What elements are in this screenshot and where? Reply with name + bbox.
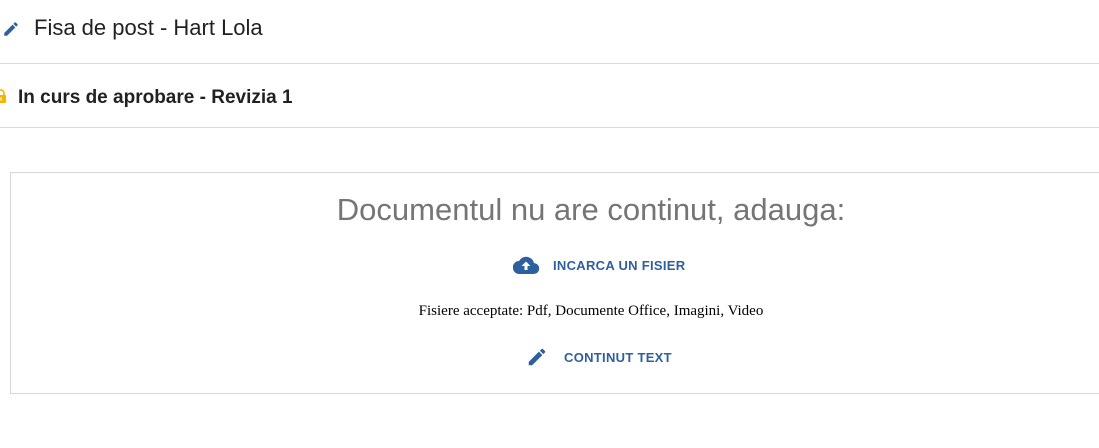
pencil-icon[interactable]	[2, 20, 20, 38]
document-header: Fisa de post - Hart Lola	[0, 0, 1099, 64]
upload-file-label: INCARCA UN FISIER	[553, 257, 686, 273]
lock-icon	[0, 89, 6, 103]
cloud-upload-icon	[512, 255, 540, 275]
pencil-icon	[526, 346, 548, 368]
accepted-files-text: Fisiere acceptate: Pdf, Documente Office…	[418, 303, 764, 319]
status-label: In curs de aprobare - Revizia 1	[18, 87, 293, 108]
text-content-label: CONTINUT TEXT	[564, 349, 672, 365]
upload-file-button[interactable]: INCARCA UN FISIER	[512, 255, 686, 275]
empty-state-title: Documentul nu are continut, adauga:	[336, 192, 846, 227]
empty-document-panel: Documentul nu are continut, adauga: INCA…	[10, 172, 1099, 394]
page-title: Fisa de post - Hart Lola	[34, 15, 263, 40]
text-content-button[interactable]: CONTINUT TEXT	[526, 346, 672, 368]
status-bar: In curs de aprobare - Revizia 1	[0, 65, 1099, 128]
